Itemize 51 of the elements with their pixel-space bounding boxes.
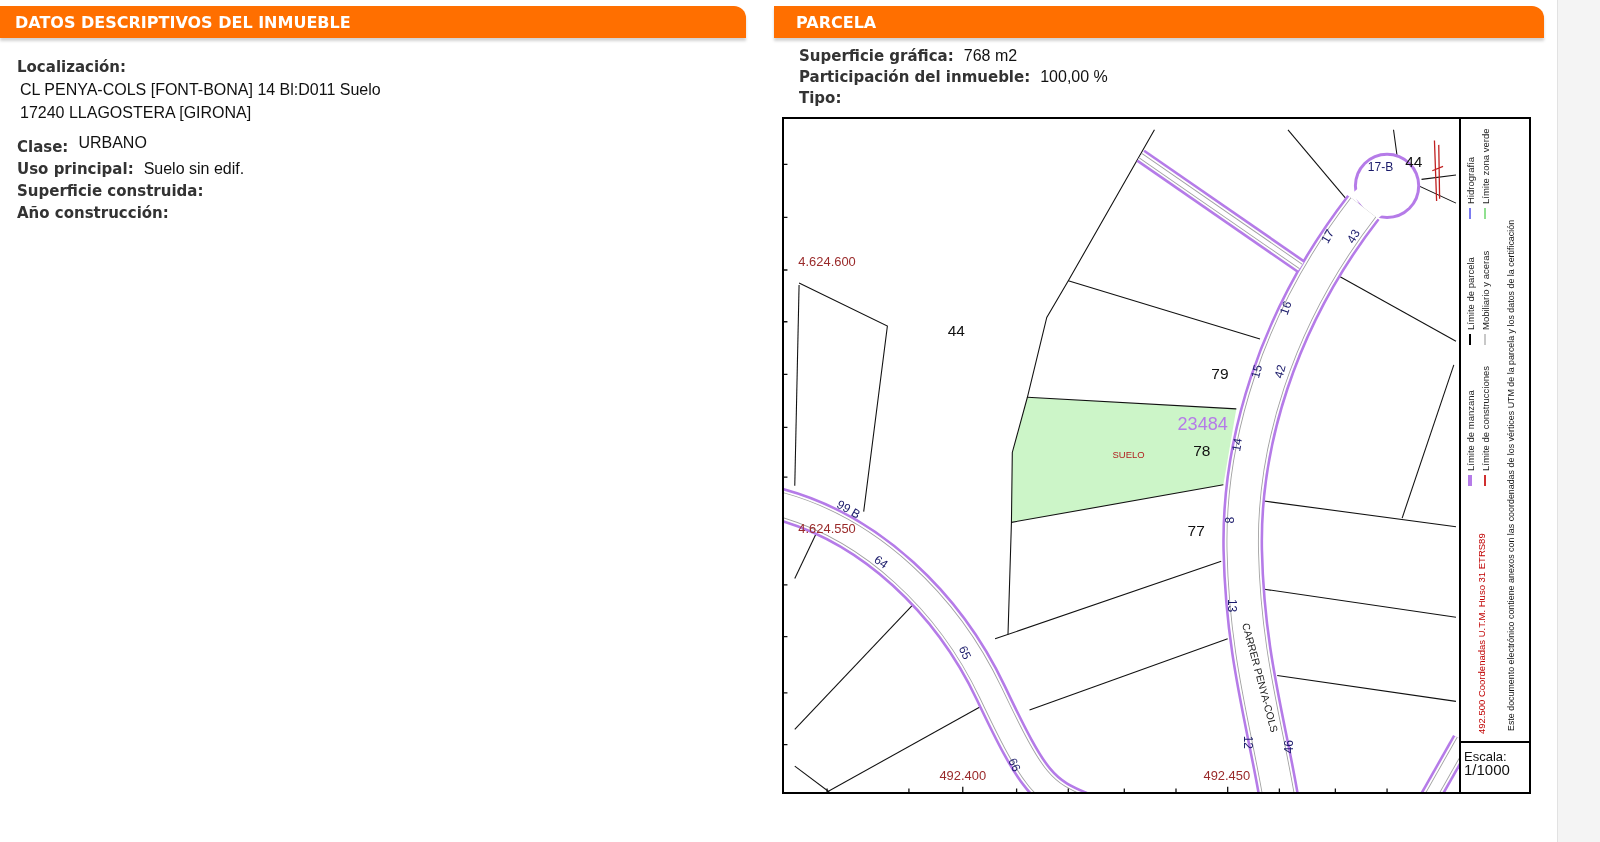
parcel-number: 44 <box>947 321 965 339</box>
section-header: PARCELA <box>774 6 1544 38</box>
parcel-number: 79 <box>1211 365 1229 383</box>
scale-value: 1/1000 <box>1464 763 1511 777</box>
legend-label: Límite zona verde <box>1480 128 1491 204</box>
house-number: 42 <box>1271 363 1289 380</box>
house-number: 65 <box>955 643 975 662</box>
field-label: Localización: <box>17 58 128 76</box>
coordinate-label: 492.450 <box>1203 768 1251 784</box>
house-number: 8 <box>1222 516 1237 524</box>
house-number: 15 <box>1248 363 1266 380</box>
section-header: DATOS DESCRIPTIVOS DEL INMUEBLE <box>0 6 746 38</box>
coordinates-note: 492.500 Coordenadas U.T.M. Huso 31 ETRS89 <box>1476 533 1487 734</box>
field-value: 768 m2 <box>963 47 1018 65</box>
field-label: Uso principal: <box>17 160 134 178</box>
house-number: 17-B <box>1367 160 1394 175</box>
certification-note: Este documento electrónico contiene anexos con las coordenadas de los vértices UTM de la parcela y los datos de la certificación <box>1506 219 1516 731</box>
house-number: 16 <box>1276 299 1295 317</box>
field-label: Participación del inmueble: <box>799 68 1031 86</box>
coordinate-label: 492.400 <box>939 768 987 784</box>
field-value: Suelo sin edif. <box>143 160 245 178</box>
field-label: Clase: <box>17 138 69 156</box>
coordinate-label: 4.624.600 <box>798 253 856 269</box>
parcel-number: 44 <box>1405 152 1423 170</box>
field-label: Año construcción: <box>17 204 169 222</box>
field-value: 100,00 % <box>1040 68 1108 86</box>
parcel-number: 77 <box>1187 521 1205 539</box>
legend-label: Mobiliario y aceras <box>1480 250 1491 330</box>
house-number: 12 <box>1241 735 1256 750</box>
house-number: 13 <box>1225 598 1239 613</box>
legend-label: Límite de construcciones <box>1480 365 1491 471</box>
field-value: URBANO <box>78 134 147 152</box>
legend-label: Hidrografía <box>1465 157 1476 204</box>
house-number: 17 <box>1318 227 1338 246</box>
house-number: 66 <box>1005 755 1024 774</box>
house-number: 99 B <box>834 497 863 522</box>
address-line: CL PENYA-COLS [FONT-BONA] 14 Bl:D011 Suelo <box>20 81 382 99</box>
house-number: 64 <box>871 552 891 572</box>
house-number: 46 <box>1281 740 1296 754</box>
land-use-label: SUELO <box>1112 449 1145 461</box>
scale-label: Escala: <box>1464 751 1508 763</box>
house-number: 14 <box>1229 436 1246 453</box>
field-label: Superficie construida: <box>17 182 204 200</box>
field-label: Tipo: <box>799 89 842 107</box>
legend-label: Límite de manzana <box>1465 390 1476 471</box>
house-number: 43 <box>1344 227 1363 246</box>
parcel-number: 78 <box>1193 441 1211 459</box>
field-label: Superficie gráfica: <box>799 47 954 65</box>
block-number: 23484 <box>1177 414 1228 435</box>
address-line: 17240 LLAGOSTERA [GIRONA] <box>20 104 253 122</box>
legend-label: Límite de parcela <box>1465 257 1476 330</box>
